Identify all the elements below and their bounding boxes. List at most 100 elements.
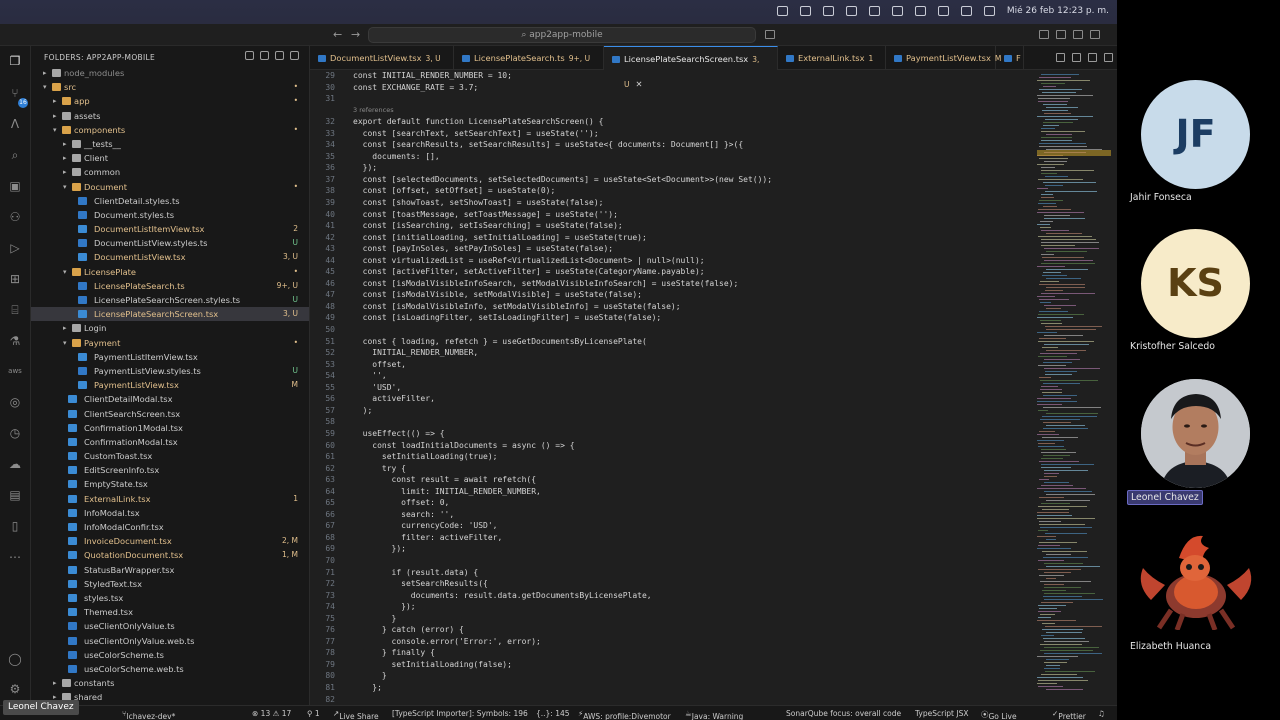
code-line[interactable]: 45 const [activeFilter, setActiveFilter]… <box>310 266 1030 278</box>
chevron-right-icon[interactable]: ▸ <box>53 676 57 690</box>
search-icon[interactable]: ⌕ <box>7 148 23 163</box>
tree-folder[interactable]: ▾ LicensePlate • <box>31 265 309 279</box>
battery-icon[interactable] <box>868 6 880 16</box>
code-line[interactable]: 74 }); <box>310 601 1030 613</box>
tree-file[interactable]: useClientOnlyValue.web.ts <box>31 634 309 648</box>
github-icon[interactable]: ◎ <box>7 395 23 410</box>
code-line[interactable]: 47 const [isModalVisible, setModalVisibl… <box>310 289 1030 301</box>
extensions-icon[interactable]: ⊞ <box>7 272 23 287</box>
code-line[interactable]: 53 offset, <box>310 359 1030 371</box>
customize-layout-icon[interactable] <box>1090 30 1100 39</box>
new-folder-icon[interactable] <box>260 51 269 60</box>
code-line[interactable]: 62 try { <box>310 463 1030 475</box>
account-icon[interactable]: ◯ <box>7 652 23 667</box>
tree-file[interactable]: PaymentListView.styles.ts U <box>31 364 309 378</box>
code-line[interactable]: 40 const [toastMessage, setToastMessage]… <box>310 209 1030 221</box>
tree-file[interactable]: Themed.tsx <box>31 605 309 619</box>
tree-folder[interactable]: ▾ Document • <box>31 180 309 194</box>
code-line[interactable]: 76 } catch (error) { <box>310 624 1030 636</box>
code-line[interactable]: 80 } <box>310 670 1030 682</box>
notifications-icon[interactable]: ♫ <box>1098 709 1105 718</box>
tree-file[interactable]: LicensePlateSearch.ts 9+, U <box>31 279 309 293</box>
tree-folder[interactable]: ▸ Client <box>31 151 309 165</box>
tree-file[interactable]: StatusBarWrapper.tsx <box>31 563 309 577</box>
tree-file[interactable]: useColorScheme.web.ts <box>31 662 309 676</box>
git-graph-icon[interactable]: ⚇ <box>7 210 23 225</box>
code-line[interactable]: 69 }); <box>310 543 1030 555</box>
chevron-right-icon[interactable]: ▸ <box>63 165 67 179</box>
tree-file[interactable]: styles.tsx <box>31 591 309 605</box>
control-center-icon[interactable] <box>983 6 995 16</box>
code-line[interactable]: 58 <box>310 416 1030 428</box>
tree-file[interactable]: InfoModal.tsx <box>31 506 309 520</box>
timeline-icon[interactable]: ◷ <box>7 426 23 441</box>
split-editor-icon[interactable] <box>1088 53 1097 62</box>
tree-folder[interactable]: ▾ components • <box>31 123 309 137</box>
menubar-clock[interactable]: Mié 26 feb 12:23 p. m. <box>1007 6 1109 16</box>
tree-file[interactable]: ClientSearchScreen.tsx <box>31 407 309 421</box>
branch-status[interactable]: ⑂ lchavez-dev* <box>122 709 175 720</box>
code-line[interactable]: 33 const [searchText, setSearchText] = u… <box>310 128 1030 140</box>
tree-file[interactable]: DocumentListView.styles.ts U <box>31 236 309 250</box>
aws-profile-status[interactable]: ⚡ AWS: profile:Divemotor <box>578 709 671 720</box>
code-line[interactable]: 70 <box>310 555 1030 567</box>
code-line[interactable]: 66 search: '', <box>310 509 1030 521</box>
tree-file[interactable]: ClientDetail.styles.ts <box>31 194 309 208</box>
tree-file[interactable]: InvoiceDocument.tsx 2, M <box>31 534 309 548</box>
tree-folder[interactable]: ▸ app • <box>31 94 309 108</box>
code-line[interactable]: 55 'USD', <box>310 382 1030 394</box>
code-line[interactable]: 35 documents: [], <box>310 151 1030 163</box>
tree-folder[interactable]: ▸ node_modules <box>31 66 309 80</box>
collapse-all-icon[interactable] <box>290 51 299 60</box>
code-line[interactable]: 71 if (result.data) { <box>310 567 1030 579</box>
code-line[interactable]: 30 const EXCHANGE_RATE = 3.7; <box>310 82 1030 94</box>
screen-mirroring-icon[interactable] <box>914 6 926 16</box>
code-line[interactable]: 79 setInitialLoading(false); <box>310 659 1030 671</box>
toggle-panel-icon[interactable] <box>1056 30 1066 39</box>
docker-icon[interactable]: ☁ <box>7 457 23 472</box>
code-line[interactable]: 72 setSearchResults({ <box>310 578 1030 590</box>
code-line[interactable]: 56 activeFilter, <box>310 393 1030 405</box>
tree-file[interactable]: EditScreenInfo.tsx <box>31 463 309 477</box>
tree-file[interactable]: PaymentListView.tsx M <box>31 378 309 392</box>
command-center[interactable]: ⌕ app2app-mobile <box>368 27 756 43</box>
chevron-down-icon[interactable]: ▾ <box>63 265 67 279</box>
code-line[interactable]: 43 const [payInSoles, setPayInSoles] = u… <box>310 243 1030 255</box>
code-line[interactable]: 57 ); <box>310 405 1030 417</box>
code-line[interactable]: 29 const INITIAL_RENDER_NUMBER = 10; <box>310 70 1030 82</box>
sonarqube-status[interactable]: SonarQube focus: overall code <box>786 709 901 718</box>
minimap[interactable] <box>1037 70 1111 705</box>
code-line[interactable]: 65 offset: 0, <box>310 497 1030 509</box>
tree-folder[interactable]: ▾ src • <box>31 80 309 94</box>
code-line[interactable]: 38 const [offset, setOffset] = useState(… <box>310 185 1030 197</box>
code-line[interactable]: 46 const [isModalVisibleInfoSearch, setM… <box>310 278 1030 290</box>
chevron-down-icon[interactable]: ▾ <box>63 336 67 350</box>
code-line[interactable]: 60 const loadInitialDocuments = async ()… <box>310 440 1030 452</box>
code-line[interactable]: 49 const [isLoadingFilter, setIsLoadingF… <box>310 312 1030 324</box>
chevron-right-icon[interactable]: ▸ <box>43 66 47 80</box>
language-mode-status[interactable]: TypeScript JSX <box>915 709 968 718</box>
code-line[interactable]: 51 const { loading, refetch } = useGetDo… <box>310 336 1030 348</box>
app-status-icon[interactable] <box>776 6 788 16</box>
explorer-icon[interactable]: ❐ <box>7 54 23 69</box>
tree-file[interactable]: ConfirmationModal.tsx <box>31 435 309 449</box>
code-line[interactable]: 32 export default function LicensePlateSe… <box>310 116 1030 128</box>
new-file-icon[interactable] <box>245 51 254 60</box>
chevron-down-icon[interactable]: ▾ <box>63 180 67 194</box>
problems-status[interactable]: ⊗ 13 ⚠ 17 <box>252 709 291 718</box>
settings-gear-icon[interactable]: ⚙ <box>7 682 23 697</box>
sync-icon[interactable] <box>799 6 811 16</box>
tree-folder[interactable]: ▸ Login <box>31 321 309 335</box>
code-line[interactable]: 63 const result = await refetch({ <box>310 474 1030 486</box>
toggle-sidebar-icon[interactable] <box>1039 30 1049 39</box>
code-line[interactable]: 54 '', <box>310 370 1030 382</box>
chevron-right-icon[interactable]: ▸ <box>63 321 67 335</box>
volume-icon[interactable] <box>891 6 903 16</box>
editor-tab[interactable]: LicensePlateSearch.ts 9+, U <box>454 46 604 70</box>
tree-folder[interactable]: ▾ Payment • <box>31 336 309 350</box>
code-line[interactable]: 73 documents: result.data.getDocumentsBy… <box>310 590 1030 602</box>
editor-tab[interactable]: DocumentListView.tsx 3, U <box>310 46 454 70</box>
chevron-right-icon[interactable]: ▸ <box>53 109 57 123</box>
testing-icon[interactable]: ⚗ <box>7 334 23 349</box>
tree-file[interactable]: ExternalLink.tsx 1 <box>31 492 309 506</box>
